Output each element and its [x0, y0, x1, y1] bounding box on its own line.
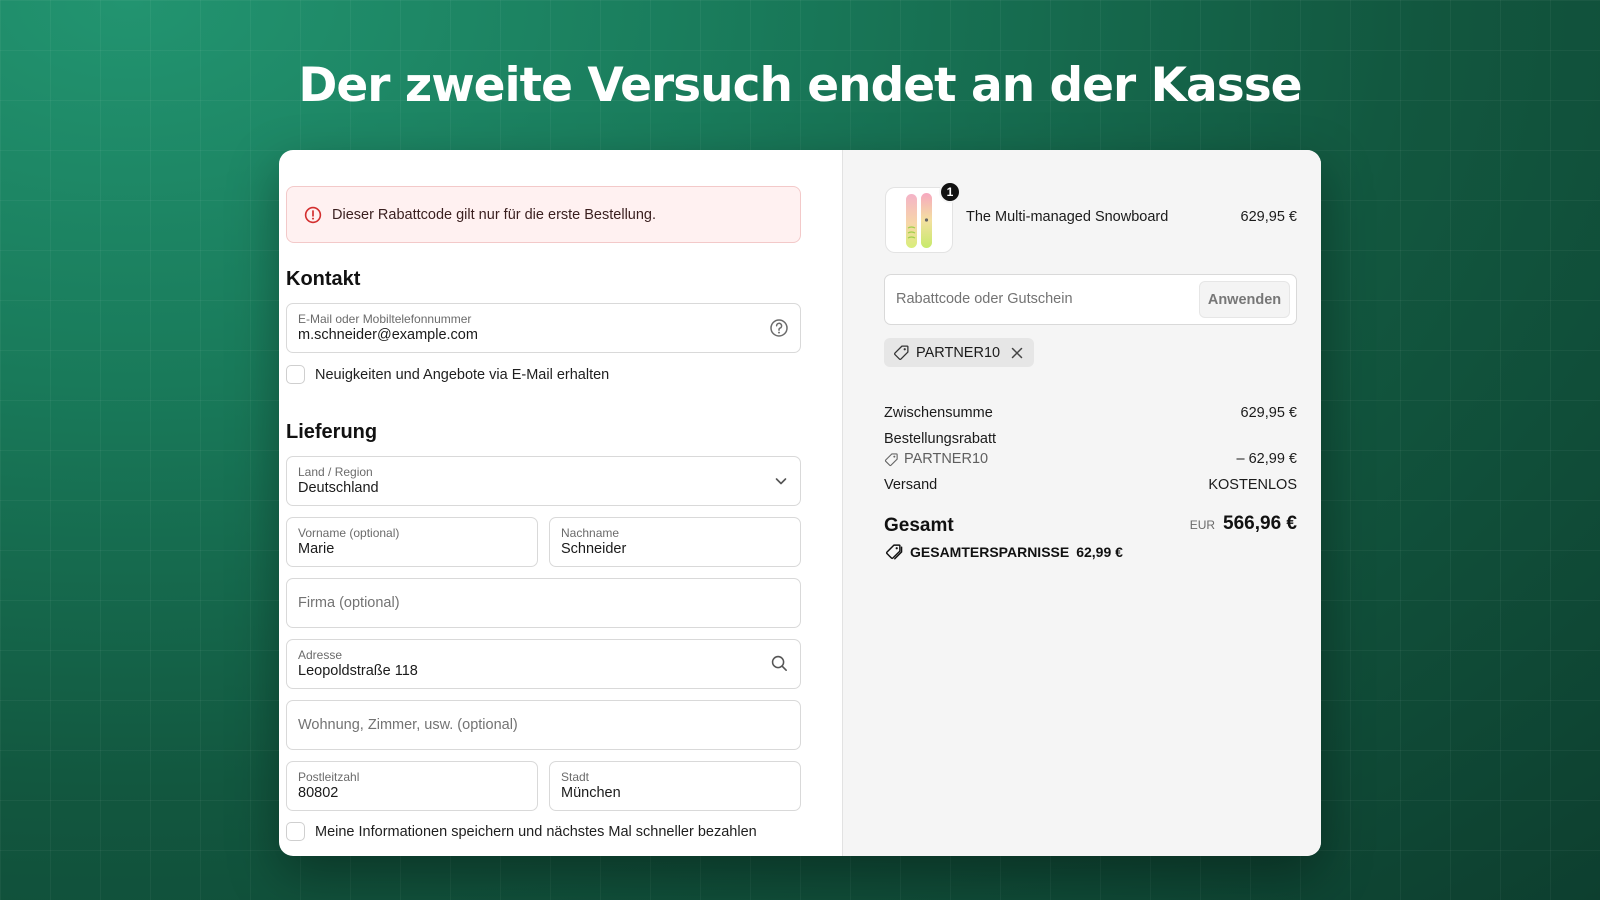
newsletter-label: Neuigkeiten und Angebote via E-Mail erha… — [315, 366, 610, 383]
company-field[interactable]: Firma (optional) — [286, 578, 801, 628]
shipping-label: Versand — [884, 477, 938, 493]
tags-icon — [885, 544, 903, 560]
alert-circle-icon — [304, 206, 322, 223]
subtotal-value: 629,95 € — [1240, 405, 1297, 421]
order-discount-label-row: Bestellungsrabatt — [884, 431, 1297, 447]
order-summary: 1 The Multi-managed Snowboard 629,95 € R… — [842, 150, 1321, 856]
order-discount-code: PARTNER10 — [904, 451, 989, 467]
quantity-badge: 1 — [939, 181, 961, 203]
error-message: Dieser Rabattcode gilt nur für die erste… — [332, 206, 657, 223]
newsletter-checkbox[interactable] — [286, 365, 305, 384]
address-label: Adresse — [298, 648, 343, 662]
last-name-label: Nachname — [561, 526, 620, 540]
save-info-label: Meine Informationen speichern und nächst… — [315, 823, 757, 840]
postal-code-value: 80802 — [298, 785, 339, 801]
applied-discount-code: PARTNER10 — [916, 344, 1001, 361]
address-value: Leopoldstraße 118 — [298, 663, 418, 679]
product-price: 629,95 € — [1240, 209, 1297, 225]
apartment-placeholder: Wohnung, Zimmer, usw. (optional) — [298, 717, 518, 733]
product-name: The Multi-managed Snowboard — [966, 209, 1169, 225]
delivery-heading: Lieferung — [286, 421, 378, 443]
savings-label: GESAMTERSPARNISSE — [910, 543, 1070, 560]
help-circle-icon[interactable] — [769, 318, 789, 338]
city-value: München — [561, 785, 621, 801]
apartment-field[interactable]: Wohnung, Zimmer, usw. (optional) — [286, 700, 801, 750]
total-value: 566,96 € — [1223, 513, 1297, 534]
total-currency: EUR — [1189, 518, 1216, 532]
last-name-value: Schneider — [561, 541, 627, 557]
subtotal-row: Zwischensumme 629,95 € — [884, 405, 1297, 421]
shipping-value: KOSTENLOS — [1208, 477, 1297, 493]
applied-discount-chip: PARTNER10 — [884, 338, 1035, 367]
order-discount-label: Bestellungsrabatt — [884, 431, 997, 447]
tag-icon — [884, 452, 898, 466]
shipping-row: Versand KOSTENLOS — [884, 477, 1297, 493]
close-icon[interactable] — [1010, 346, 1024, 360]
email-field-label: E-Mail oder Mobiltelefonnummer — [298, 312, 472, 326]
subtotal-label: Zwischensumme — [884, 405, 993, 421]
first-name-field[interactable]: Vorname (optional) Marie — [286, 517, 538, 567]
postal-code-label: Postleitzahl — [298, 770, 360, 784]
city-field[interactable]: Stadt München — [549, 761, 801, 811]
postal-code-field[interactable]: Postleitzahl 80802 — [286, 761, 538, 811]
save-info-checkbox[interactable] — [286, 822, 305, 841]
page-headline: Der zweite Versuch endet an der Kasse — [298, 58, 1302, 113]
checkout-card: Dieser Rabattcode gilt nur für die erste… — [279, 150, 1321, 856]
country-select[interactable]: Land / Region Deutschland — [286, 456, 801, 506]
first-name-value: Marie — [298, 541, 335, 557]
savings-value: 62,99 € — [1076, 543, 1123, 560]
country-label: Land / Region — [298, 465, 373, 479]
email-field-value: m.schneider@example.com — [298, 327, 478, 343]
order-discount-code-wrap: PARTNER10 — [884, 451, 1297, 467]
save-info-checkbox-row[interactable]: Meine Informationen speichern und nächst… — [286, 822, 757, 841]
tag-icon — [894, 345, 909, 360]
company-placeholder: Firma (optional) — [298, 595, 400, 611]
address-field[interactable]: Adresse Leopoldstraße 118 — [286, 639, 801, 689]
country-value: Deutschland — [298, 480, 379, 496]
discount-code-placeholder: Rabattcode oder Gutschein — [896, 291, 1073, 307]
contact-heading: Kontakt — [286, 268, 361, 290]
total-amount: EUR 566,96 € — [1190, 513, 1297, 535]
total-label: Gesamt — [884, 515, 954, 536]
total-savings: GESAMTERSPARNISSE 62,99 € — [884, 543, 1123, 560]
discount-code-input[interactable]: Rabattcode oder Gutschein Anwenden — [884, 274, 1297, 325]
error-banner: Dieser Rabattcode gilt nur für die erste… — [286, 186, 801, 243]
order-discount-value: – 62,99 € — [1236, 451, 1297, 467]
email-field[interactable]: E-Mail oder Mobiltelefonnummer m.schneid… — [286, 303, 801, 353]
search-icon[interactable] — [770, 654, 789, 673]
order-discount-row: PARTNER10 – 62,99 € — [884, 451, 1297, 467]
checkout-form: Dieser Rabattcode gilt nur für die erste… — [279, 150, 842, 856]
apply-discount-button[interactable]: Anwenden — [1199, 281, 1290, 318]
chevron-down-icon — [775, 478, 787, 485]
newsletter-checkbox-row[interactable]: Neuigkeiten und Angebote via E-Mail erha… — [286, 365, 609, 384]
last-name-field[interactable]: Nachname Schneider — [549, 517, 801, 567]
city-label: Stadt — [561, 770, 590, 784]
first-name-label: Vorname (optional) — [298, 526, 400, 540]
